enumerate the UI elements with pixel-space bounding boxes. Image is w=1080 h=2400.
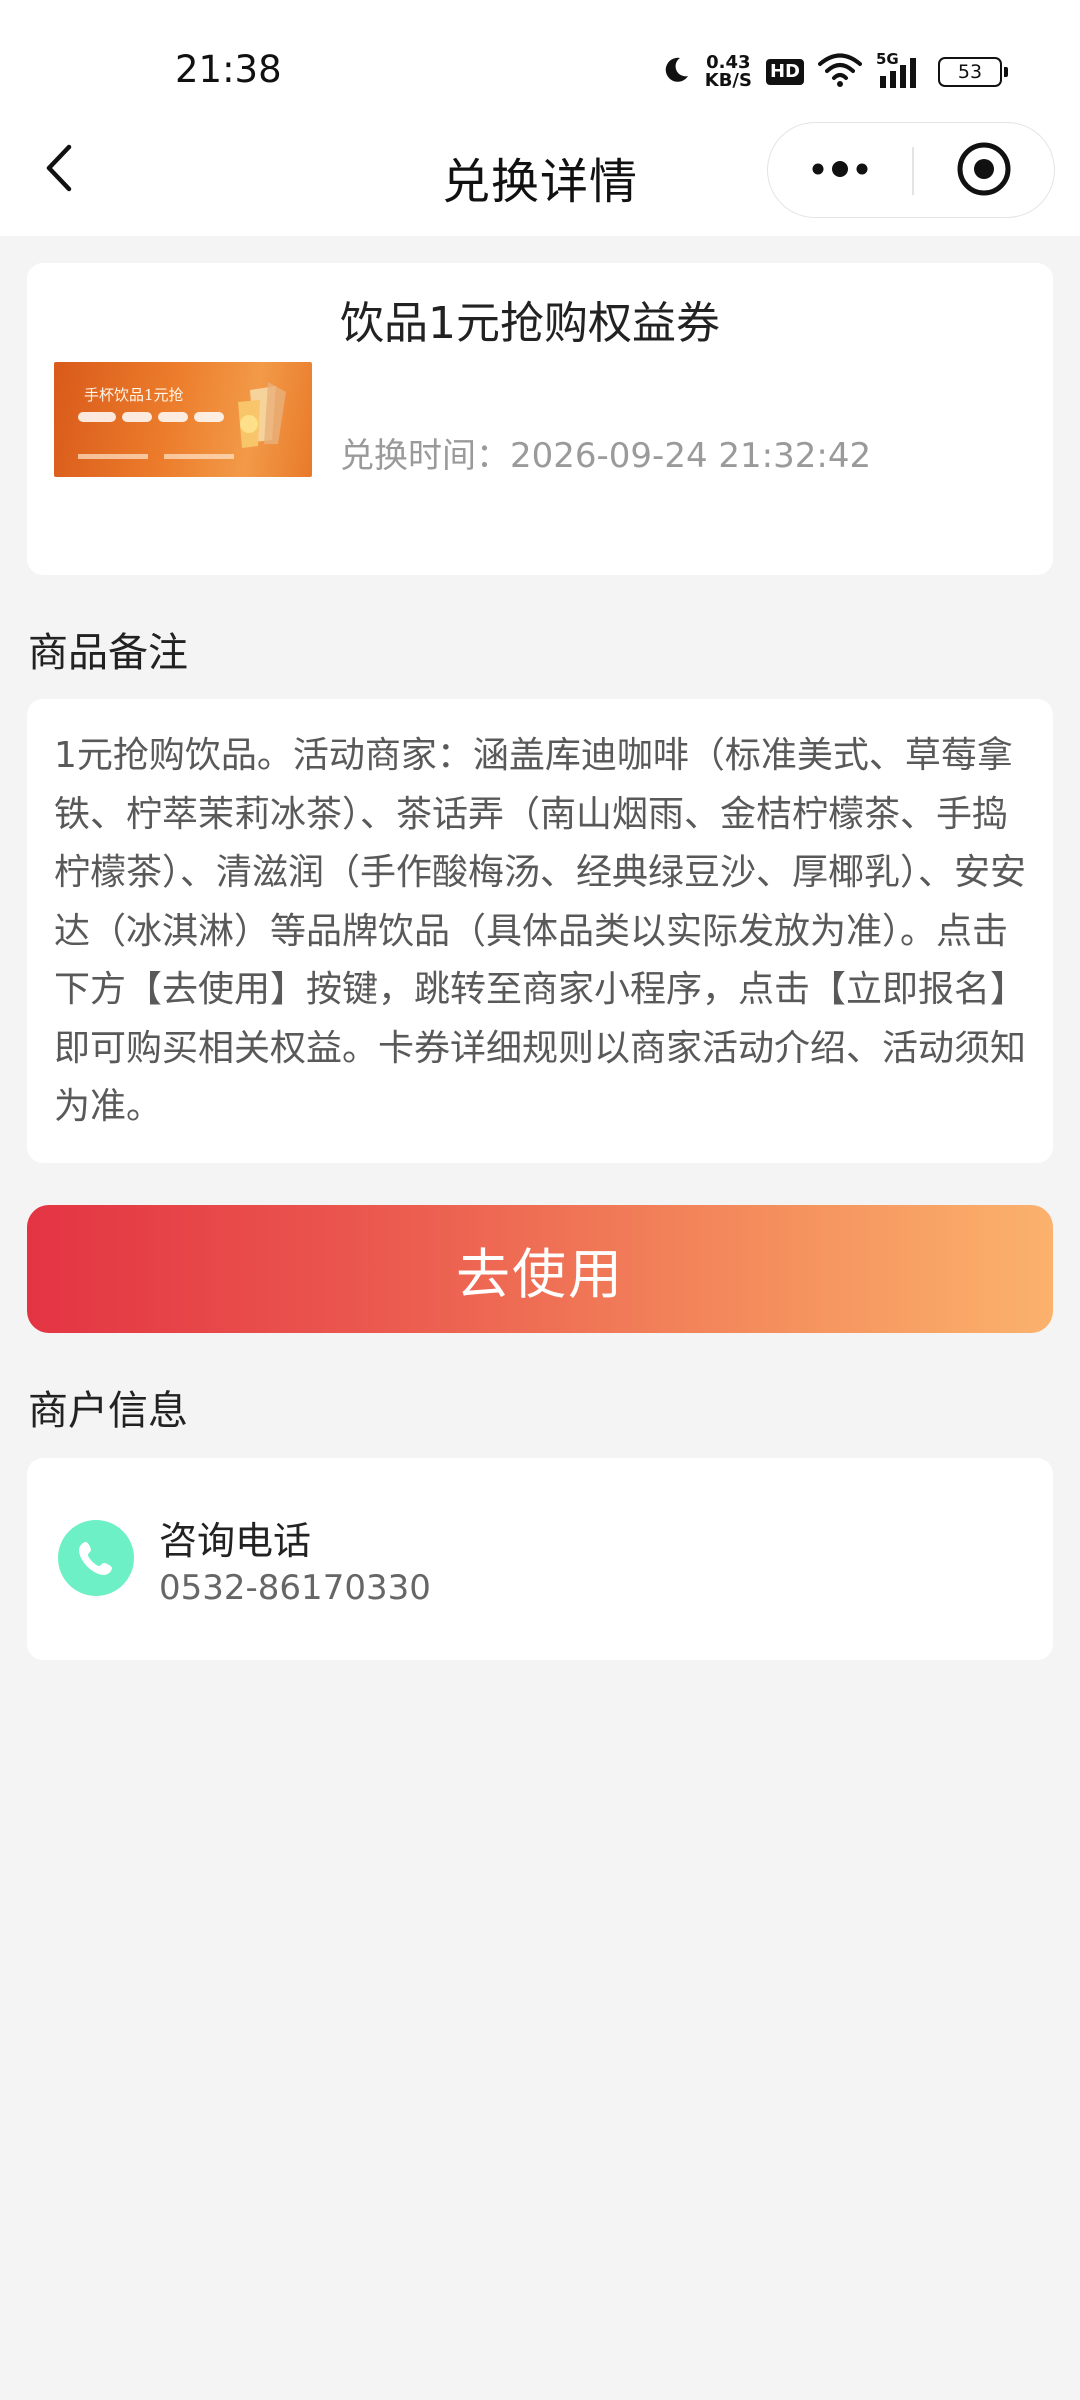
status-time: 21:38 <box>175 48 282 91</box>
mini-program-capsule <box>767 122 1055 218</box>
product-thumbnail: 手杯饮品1元抢 <box>54 362 312 477</box>
merchant-section-title: 商户信息 <box>28 1388 188 1434</box>
status-bar: 21:38 0.43 KB/S HD 5G 53 <box>0 0 1080 140</box>
moon-icon <box>661 55 691 89</box>
network-type: 5G <box>876 50 899 68</box>
battery-level: 53 <box>957 61 983 83</box>
close-button[interactable] <box>912 123 1056 219</box>
note-text: 1元抢购饮品。活动商家：涵盖库迪咖啡（标准美式、草莓拿铁、柠萃茉莉冰茶）、茶话弄… <box>54 735 1027 1127</box>
product-title: 饮品1元抢购权益券 <box>340 298 720 349</box>
contact-title: 咨询电话 <box>159 1519 312 1563</box>
product-card: 手杯饮品1元抢 饮品1元抢购权益券 兑换时间：2026-09-24 21:32:… <box>27 263 1053 575</box>
redeem-time: 兑换时间：2026-09-24 21:32:42 <box>340 436 872 476</box>
merchant-card: 咨询电话 0532-86170330 <box>27 1458 1053 1660</box>
contact-phone[interactable]: 0532-86170330 <box>159 1568 431 1608</box>
more-button[interactable] <box>768 123 912 219</box>
more-dots-icon <box>808 159 872 183</box>
nav-bar: 兑换详情 <box>0 120 1080 236</box>
phone-icon[interactable] <box>58 1520 134 1596</box>
battery-icon: 53 <box>938 57 1008 87</box>
signal-icon: 5G <box>876 50 924 90</box>
net-speed: 0.43 KB/S <box>705 54 752 90</box>
thumb-headline: 手杯饮品1元抢 <box>84 386 184 404</box>
net-speed-unit: KB/S <box>704 70 752 91</box>
target-close-icon <box>956 141 1012 201</box>
note-card: 1元抢购饮品。活动商家：涵盖库迪咖啡（标准美式、草莓拿铁、柠萃茉莉冰茶）、茶话弄… <box>27 699 1053 1163</box>
wifi-icon <box>818 53 862 91</box>
status-icons: 0.43 KB/S HD 5G 53 <box>661 50 1008 94</box>
use-button[interactable]: 去使用 <box>27 1205 1053 1333</box>
hd-badge: HD <box>765 59 804 85</box>
note-section-title: 商品备注 <box>28 630 188 676</box>
